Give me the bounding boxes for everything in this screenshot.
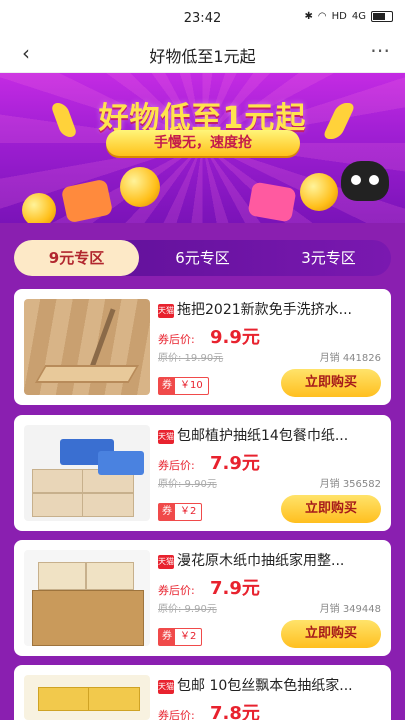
monthly-sales: 月销 349448: [319, 604, 381, 615]
banner-slogan-pill: 手慢无，速度抢: [106, 130, 300, 156]
product-price: 7.8元: [210, 703, 260, 720]
product-image-tissue[interactable]: [24, 425, 150, 521]
price-zone-tabs: 9元专区 6元专区 3元专区: [14, 240, 391, 276]
price-label: 券后价:: [158, 333, 195, 346]
coupon-key: 券: [159, 378, 175, 394]
coin-icon: [120, 167, 160, 207]
buy-now-button[interactable]: 立即购买: [281, 620, 381, 648]
product-image-paper-box[interactable]: [24, 550, 150, 646]
product-card[interactable]: 天猫 漫花原木纸巾抽纸家用整... 券后价: 7.9元 原价: 9.90元 月销 …: [14, 540, 391, 656]
coupon-key: 券: [159, 629, 175, 645]
cardboard-box: [32, 590, 144, 646]
product-card[interactable]: 天猫 包邮植护抽纸14包餐巾纸... 券后价: 7.9元 原价: 9.90元 月销…: [14, 415, 391, 531]
tmall-cat-icon: [341, 161, 389, 201]
tab-9-yuan[interactable]: 9元专区: [14, 240, 139, 276]
coupon-key: 券: [159, 504, 175, 520]
product-image-tissue-yellow[interactable]: [24, 675, 150, 720]
coupon-value: ￥2: [180, 506, 197, 517]
tab-3-yuan[interactable]: 3元专区: [266, 240, 391, 276]
nav-bar: ‹ 好物低至1元起 ⋯: [0, 36, 405, 73]
original-price: 原价: 19.90元: [158, 353, 224, 364]
gift-box-icon: [247, 181, 297, 223]
original-price: 原价: 9.90元: [158, 479, 217, 490]
status-icons: ✱ ◠ HD 4G: [305, 11, 393, 22]
wifi-icon: ◠: [317, 11, 327, 22]
original-price: 原价: 9.90元: [158, 604, 217, 615]
tissue-pack-yellow: [38, 687, 90, 711]
tissue-pack: [32, 493, 84, 517]
product-card[interactable]: 天猫 拖把2021新款免手洗挤水... 券后价: 9.9元 原价: 19.90元 …: [14, 289, 391, 405]
coupon-value: ￥10: [180, 380, 203, 391]
product-price: 7.9元: [210, 453, 260, 474]
buy-now-button[interactable]: 立即购买: [281, 495, 381, 523]
tab-6-yuan[interactable]: 6元专区: [140, 240, 265, 276]
mop-head: [34, 365, 140, 383]
tmall-badge: 天猫: [158, 430, 174, 444]
banner-slogan: 手慢无，速度抢: [154, 135, 252, 151]
coupon-value: ￥2: [180, 631, 197, 642]
product-card[interactable]: 天猫 包邮 10包丝飘本色抽纸家... 券后价: 7.8元: [14, 665, 391, 720]
bluetooth-icon: ✱: [304, 11, 313, 22]
monthly-sales: 月销 441826: [319, 353, 381, 364]
product-title-text: 拖把2021新款免手洗挤水...: [177, 302, 352, 318]
product-title: 天猫 包邮植护抽纸14包餐巾纸...: [158, 425, 380, 445]
tmall-badge: 天猫: [158, 555, 174, 569]
product-price: 9.9元: [210, 327, 260, 348]
tmall-badge: 天猫: [158, 680, 174, 694]
battery-icon: [371, 11, 393, 22]
tissue-pack: [86, 562, 134, 590]
tissue-pack-yellow: [88, 687, 140, 711]
buy-now-button[interactable]: 立即购买: [281, 369, 381, 397]
product-title: 天猫 漫花原木纸巾抽纸家用整...: [158, 550, 380, 570]
coupon-badge: 券 ￥2: [158, 503, 203, 521]
coin-icon: [22, 193, 56, 223]
promo-banner[interactable]: 好物低至1元起 手慢无，速度抢: [0, 73, 405, 223]
signal-badge: 4G: [351, 11, 366, 22]
product-title-text: 包邮植护抽纸14包餐巾纸...: [177, 428, 349, 444]
page-title: 好物低至1元起: [149, 47, 256, 66]
more-icon[interactable]: ⋯: [370, 38, 391, 62]
tissue-pack: [38, 562, 86, 590]
coupon-badge: 券 ￥2: [158, 628, 203, 646]
product-price: 7.9元: [210, 578, 260, 599]
coupon-badge: 券 ￥10: [158, 377, 209, 395]
product-title: 天猫 包邮 10包丝飘本色抽纸家...: [158, 675, 380, 695]
product-title: 天猫 拖把2021新款免手洗挤水...: [158, 299, 380, 319]
price-label: 券后价:: [158, 584, 195, 597]
tissue-pack: [32, 469, 84, 493]
tmall-badge: 天猫: [158, 304, 174, 318]
tissue-pack-blue: [98, 451, 144, 475]
product-title-text: 漫花原木纸巾抽纸家用整...: [177, 553, 345, 569]
price-label: 券后价:: [158, 709, 195, 720]
status-bar: 23:42 ✱ ◠ HD 4G: [0, 0, 405, 36]
monthly-sales: 月销 356582: [319, 479, 381, 490]
product-image-mop[interactable]: [24, 299, 150, 395]
coin-icon: [300, 173, 338, 211]
product-title-text: 包邮 10包丝飘本色抽纸家...: [177, 678, 353, 694]
network-badge: HD: [331, 11, 347, 22]
price-label: 券后价:: [158, 459, 195, 472]
tissue-pack: [82, 493, 134, 517]
